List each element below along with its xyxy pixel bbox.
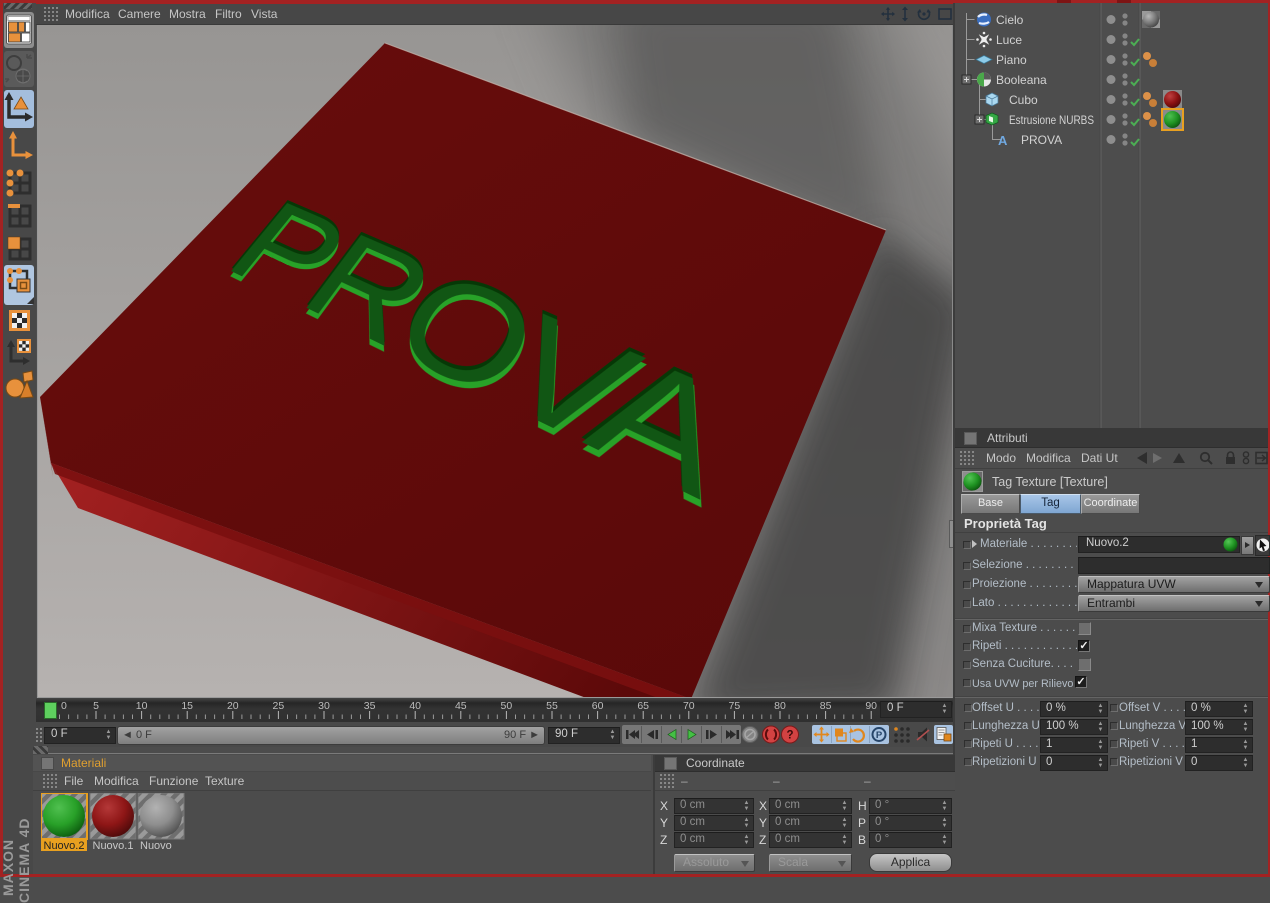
svg-text:Cielo: Cielo (996, 13, 1024, 27)
svg-text:25: 25 (273, 700, 285, 712)
svg-text:?: ? (786, 730, 793, 742)
svg-text:5: 5 (93, 700, 99, 712)
svg-text:90: 90 (865, 700, 877, 712)
svg-text:P: P (876, 730, 883, 741)
svg-text:50: 50 (501, 700, 513, 712)
svg-text:20: 20 (227, 700, 239, 712)
svg-text:35: 35 (364, 700, 376, 712)
svg-text:70: 70 (683, 700, 695, 712)
svg-text:60: 60 (592, 700, 604, 712)
svg-text:30: 30 (318, 700, 330, 712)
svg-text:10: 10 (136, 700, 148, 712)
svg-text:55: 55 (546, 700, 558, 712)
svg-text:A: A (998, 133, 1008, 148)
svg-text:Luce: Luce (996, 33, 1022, 47)
svg-text:0: 0 (61, 700, 67, 712)
svg-text:Piano: Piano (996, 53, 1027, 67)
svg-text:Estrusione NURBS: Estrusione NURBS (1009, 113, 1094, 127)
svg-text:80: 80 (774, 700, 786, 712)
svg-text:Cubo: Cubo (1009, 93, 1038, 107)
svg-text:40: 40 (409, 700, 421, 712)
svg-text:75: 75 (729, 700, 741, 712)
svg-text:45: 45 (455, 700, 467, 712)
svg-text:PROVA: PROVA (1021, 133, 1062, 147)
svg-text:Booleana: Booleana (996, 73, 1047, 87)
svg-text:85: 85 (820, 700, 832, 712)
svg-text:15: 15 (181, 700, 193, 712)
svg-text:65: 65 (637, 700, 649, 712)
